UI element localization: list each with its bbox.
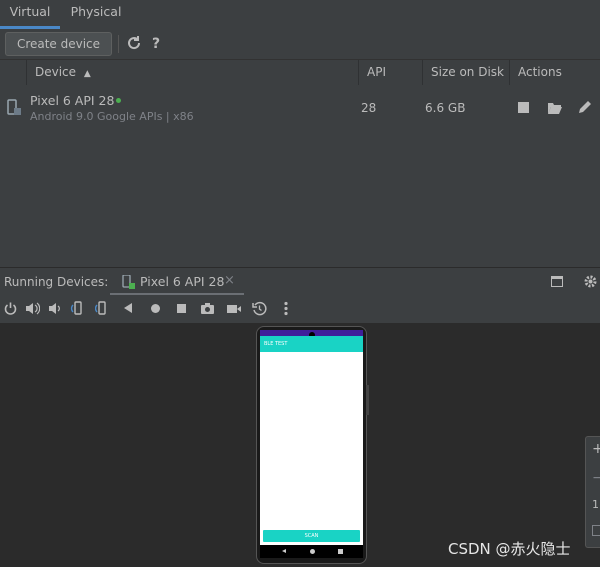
zoom-actual-size[interactable]: 1:: [592, 498, 600, 511]
device-manager-tabs: Virtual Physical: [0, 0, 600, 30]
folder-open-icon[interactable]: [547, 101, 563, 115]
table-row[interactable]: Pixel 6 API 28 Android 9.0 Google APIs |…: [0, 85, 600, 133]
power-icon[interactable]: [4, 302, 17, 315]
device-api: 28: [361, 101, 377, 115]
volume-down-icon[interactable]: [48, 302, 61, 315]
create-device-button[interactable]: Create device: [5, 32, 112, 56]
snapshot-icon[interactable]: [252, 301, 267, 316]
tab-physical[interactable]: Physical: [62, 0, 130, 29]
tab-running-device[interactable]: Pixel 6 API 28 ×: [110, 268, 244, 296]
toolbar: Create device ?: [0, 29, 600, 59]
refresh-icon[interactable]: [125, 35, 143, 53]
column-api[interactable]: API: [358, 60, 422, 85]
virtual-device-icon: [6, 99, 22, 117]
camera-icon[interactable]: [200, 302, 215, 315]
emulator-controls: [0, 295, 600, 324]
device-status-dot: [116, 98, 121, 103]
back-icon[interactable]: [124, 303, 132, 313]
app-bar-title: BLE TEST: [260, 336, 363, 352]
stop-icon[interactable]: [518, 102, 529, 113]
nav-back-icon[interactable]: [282, 549, 286, 553]
close-tab-icon[interactable]: ×: [224, 273, 235, 288]
nav-home-icon[interactable]: [310, 549, 315, 554]
zoom-out-icon[interactable]: −: [592, 470, 600, 486]
toolbar-separator: [118, 35, 119, 53]
overview-icon[interactable]: [177, 304, 186, 313]
watermark: CSDN @赤火隐士: [448, 540, 571, 558]
column-device[interactable]: Device ▲: [26, 60, 358, 85]
volume-up-icon[interactable]: [25, 302, 41, 315]
rotate-right-icon[interactable]: [94, 301, 110, 316]
gear-icon[interactable]: [583, 274, 598, 289]
device-name: Pixel 6 API 28: [30, 93, 115, 108]
screenrecord-icon[interactable]: [226, 303, 242, 315]
running-device-name: Pixel 6 API 28: [140, 274, 225, 289]
column-size[interactable]: Size on Disk: [422, 60, 509, 85]
running-devices-bar: Running Devices: Pixel 6 API 28 ×: [0, 267, 600, 296]
tab-virtual[interactable]: Virtual: [0, 0, 60, 29]
column-device-label: Device: [35, 65, 77, 79]
rotate-left-icon[interactable]: [70, 301, 85, 316]
column-actions: Actions: [509, 60, 600, 85]
running-devices-label: Running Devices:: [4, 275, 109, 289]
zoom-panel: + − 1:: [585, 436, 600, 548]
table-header: Device ▲ API Size on Disk Actions: [0, 59, 600, 86]
android-nav-bar: [260, 545, 363, 558]
device-tab-icon: [122, 274, 136, 289]
device-screen[interactable]: BLE TEST SCAN: [260, 330, 363, 558]
zoom-fit-icon[interactable]: [592, 525, 600, 536]
device-table: Pixel 6 API 28 Android 9.0 Google APIs |…: [0, 85, 600, 267]
nav-recents-icon[interactable]: [338, 549, 343, 554]
device-side-button: [366, 385, 369, 415]
maximize-icon[interactable]: [551, 276, 563, 287]
device-subtitle: Android 9.0 Google APIs | x86: [30, 110, 194, 123]
home-icon[interactable]: [151, 304, 160, 313]
scan-button[interactable]: SCAN: [263, 530, 360, 542]
edit-icon[interactable]: [577, 100, 592, 115]
device-size: 6.6 GB: [425, 101, 466, 115]
sort-ascending-icon: ▲: [83, 69, 91, 79]
more-options-icon[interactable]: [284, 301, 288, 316]
help-icon[interactable]: ?: [148, 34, 164, 54]
zoom-in-icon[interactable]: +: [592, 441, 600, 457]
